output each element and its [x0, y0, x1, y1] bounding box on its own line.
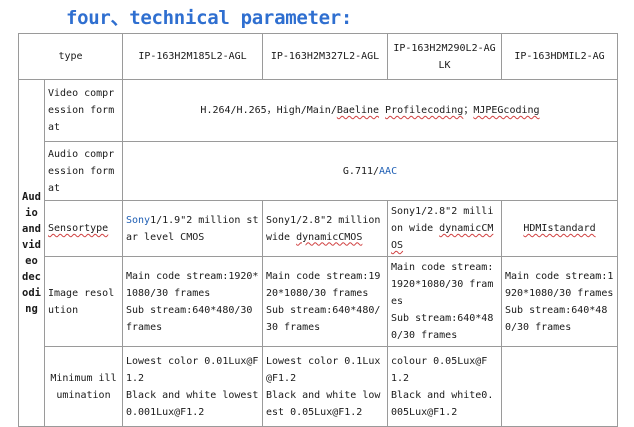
audio-value-part-b: AAC: [379, 165, 398, 177]
resolution-main-3: Main code stream:1920*1080/30 frames: [391, 262, 494, 307]
model-header-4: IP-163HDMIL2-AG: [501, 33, 618, 80]
audio-compression-value: G.711/AAC: [122, 141, 618, 201]
resolution-sub-3: Sub stream:640*480/30 frames: [391, 313, 494, 341]
video-value-part-d: Profilecoding: [385, 105, 464, 116]
group-audio-video-decoding: Audio and video decoding: [18, 79, 45, 427]
resolution-model-4: Main code stream:1920*1080/30 frames Sub…: [501, 256, 618, 347]
resolution-sub-2: Sub stream:640*480/30 frames: [266, 304, 381, 333]
illumination-bw-2: Black and white lowest 0.05Lux@F1.2: [266, 389, 381, 418]
sensor-type-model-3: Sony1/2.8"2 million wide dynamicCMOS: [387, 200, 502, 257]
illumination-bw-1: Black and white lowest 0.001Lux@F1.2: [126, 389, 259, 418]
audio-compression-label: Audio compression format: [44, 141, 123, 201]
minimum-illumination-label: Minimum illumination: [44, 346, 123, 427]
illumination-color-3: colour 0.05Lux@F1.2: [391, 355, 488, 384]
illumination-color-1: Lowest color 0.01Lux@F1.2: [126, 355, 259, 384]
model-header-3: IP-163H2M290L2-AGLK: [387, 33, 502, 80]
spec-table: type IP-163H2M185L2-AGL IP-163H2M327L2-A…: [18, 33, 618, 427]
sensor-desc-2-dynamic: dynamicCMOS: [296, 231, 363, 243]
illumination-color-2: Lowest color 0.1Lux@F1.2: [266, 355, 381, 384]
video-compression-row: Audio and video decoding Video compressi…: [18, 79, 618, 427]
sensor-type-model-4: HDMIstandard: [501, 200, 618, 257]
illumination-model-4: [501, 346, 618, 427]
sensor-type-label: Sensortype: [44, 200, 123, 257]
video-value-part-b: Baeline: [336, 105, 380, 116]
video-value-part-e: ；: [463, 105, 474, 116]
illumination-model-1: Lowest color 0.01Lux@F1.2 Black and whit…: [122, 346, 263, 427]
sensor-type-row: Sensortype Sony1/1.9"2 million star leve…: [19, 200, 618, 257]
sensor-brand-1: Sony: [126, 214, 151, 226]
resolution-sub-4: Sub stream:640*480/30 frames: [505, 304, 608, 333]
resolution-sub-1: Sub stream:640*480/30 frames: [126, 304, 253, 333]
sensor-type-model-2: Sony1/2.8"2 million wide dynamicCMOS: [262, 200, 388, 257]
illumination-model-3: colour 0.05Lux@F1.2 Black and white0.005…: [387, 346, 502, 427]
video-compression-label: Video compression format: [44, 79, 123, 142]
illumination-model-2: Lowest color 0.1Lux@F1.2 Black and white…: [262, 346, 388, 427]
video-value-part-f: MJPEGcoding: [473, 105, 540, 116]
model-header-1: IP-163H2M185L2-AGL: [122, 33, 263, 80]
section-title: four、technical parameter:: [66, 7, 353, 29]
video-value-part-a: H.264/H.265，High/Main/: [200, 105, 337, 116]
resolution-model-1: Main code stream:1920*1080/30 frames Sub…: [122, 256, 263, 347]
audio-compression-row: Audio compression format G.711/AAC: [19, 141, 618, 201]
type-header: type: [18, 33, 123, 80]
audio-value-part-a: G.711/: [342, 165, 380, 177]
sensor-type-model-1: Sony1/1.9"2 million star level CMOS: [122, 200, 263, 257]
header-row: type IP-163H2M185L2-AGL IP-163H2M327L2-A…: [18, 33, 618, 80]
video-compression-value: H.264/H.265，High/Main/Baeline Profilecod…: [122, 79, 618, 142]
sensor-type-label-text: Sensortype: [48, 223, 109, 234]
resolution-main-2: Main code stream:1920*1080/30 frames: [266, 270, 381, 299]
resolution-model-3: Main code stream:1920*1080/30 frames Sub…: [387, 256, 502, 347]
resolution-main-1: Main code stream:1920*1080/30 frames: [126, 270, 259, 299]
illumination-bw-3: Black and white0.005Lux@F1.2: [391, 389, 494, 418]
sensor-desc-4: HDMIstandard: [523, 223, 596, 234]
minimum-illumination-row: Minimum illumination Lowest color 0.01Lu…: [19, 346, 618, 427]
image-resolution-label: Image resolution: [44, 256, 123, 347]
resolution-model-2: Main code stream:1920*1080/30 frames Sub…: [262, 256, 388, 347]
image-resolution-row: Image resolution Main code stream:1920*1…: [19, 256, 618, 347]
model-header-2: IP-163H2M327L2-AGL: [262, 33, 388, 80]
resolution-main-4: Main code stream:1920*1080/30 frames: [505, 270, 614, 299]
